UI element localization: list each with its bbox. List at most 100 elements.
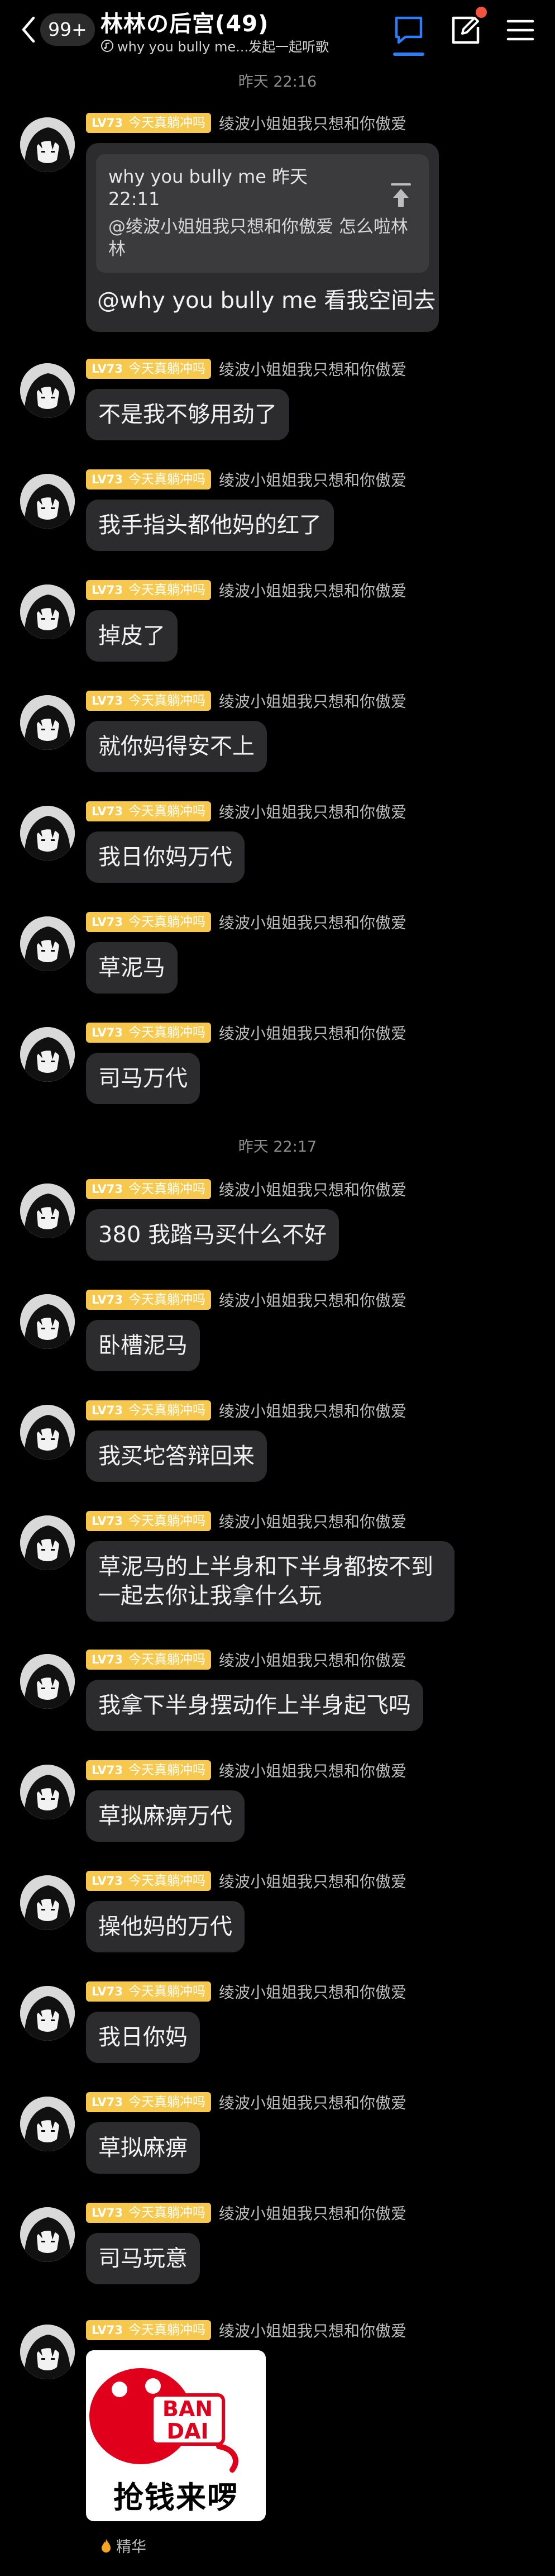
sender-nickname[interactable]: 绫波小姐姐我只想和你傲爱 [219, 112, 406, 134]
level-badge[interactable]: LV73 今天真躺冲吗 [86, 1023, 211, 1043]
avatar[interactable] [20, 1765, 75, 1819]
message-bubble[interactable]: 草泥马 [86, 942, 178, 994]
avatar[interactable] [20, 2207, 75, 2262]
sender-nickname[interactable]: 绫波小姐姐我只想和你傲爱 [219, 358, 406, 380]
message-bubble[interactable]: 我手指头都他妈的红了 [86, 500, 334, 551]
sender-nickname[interactable]: 绫波小姐姐我只想和你傲爱 [219, 2202, 406, 2224]
chat-tab-button[interactable] [391, 12, 427, 48]
level-badge[interactable]: LV73 今天真躺冲吗 [86, 1650, 211, 1670]
sender-nickname[interactable]: 绫波小姐姐我只想和你傲爱 [219, 579, 406, 601]
sender-nickname[interactable]: 绫波小姐姐我只想和你傲爱 [219, 1399, 406, 1422]
avatar[interactable] [20, 474, 75, 529]
sender-nickname[interactable]: 绫波小姐姐我只想和你傲爱 [219, 2319, 406, 2341]
avatar[interactable] [20, 695, 75, 750]
level-badge[interactable]: LV73 今天真躺冲吗 [86, 1290, 211, 1310]
avatar[interactable] [20, 1405, 75, 1460]
level-badge[interactable]: LV73 今天真躺冲吗 [86, 1981, 211, 2002]
message-bubble[interactable]: 380 我踏马买什么不好 [86, 1209, 339, 1261]
level-badge[interactable]: LV73 今天真躺冲吗 [86, 691, 211, 711]
menu-button[interactable] [503, 12, 538, 48]
message-bubble[interactable]: 掉皮了 [86, 610, 178, 662]
sender-nickname[interactable]: 绫波小姐姐我只想和你傲爱 [219, 1648, 406, 1671]
avatar[interactable] [20, 806, 75, 861]
level-badge[interactable]: LV73 今天真躺冲吗 [86, 1179, 211, 1199]
avatar[interactable] [20, 2097, 75, 2151]
avatar[interactable] [20, 1515, 75, 1570]
avatar[interactable] [20, 1184, 75, 1238]
sender-nickname[interactable]: 绫波小姐姐我只想和你傲爱 [219, 468, 406, 491]
sender-nickname[interactable]: 绫波小姐姐我只想和你傲爱 [219, 1289, 406, 1311]
level-badge[interactable]: LV73 今天真躺冲吗 [86, 580, 211, 600]
message-bubble[interactable]: 司马万代 [86, 1053, 200, 1104]
message-bubble[interactable]: 草泥马的上半身和下半身都按不到一起去你让我拿什么玩 [86, 1541, 454, 1622]
sender-nickname[interactable]: 绫波小姐姐我只想和你傲爱 [219, 1021, 406, 1044]
sender-nickname[interactable]: 绫波小姐姐我只想和你傲爱 [219, 911, 406, 933]
essence-tag[interactable]: 精华 [101, 2535, 146, 2556]
avatar[interactable] [20, 584, 75, 639]
level-badge[interactable]: LV73 今天真躺冲吗 [86, 113, 211, 133]
level-badge[interactable]: LV73 今天真躺冲吗 [86, 2203, 211, 2223]
avatar[interactable] [20, 1294, 75, 1349]
listen-together-status[interactable]: why you bully me...发起一起听歌 [101, 36, 329, 55]
message-bubble[interactable]: 卧槽泥马 [86, 1320, 200, 1371]
message-bubble[interactable]: 我买坨答辩回来 [86, 1430, 267, 1482]
sender-nickname[interactable]: 绫波小姐姐我只想和你傲爱 [219, 2091, 406, 2113]
sender-meta: LV73 今天真躺冲吗 绫波小姐姐我只想和你傲爱 [86, 800, 406, 823]
level-badge[interactable]: LV73 今天真躺冲吗 [86, 469, 211, 489]
sender-nickname[interactable]: 绫波小姐姐我只想和你傲爱 [219, 1510, 406, 1532]
avatar[interactable] [20, 117, 75, 172]
level-badge[interactable]: LV73 今天真躺冲吗 [86, 1760, 211, 1780]
anime-avatar-icon [20, 1765, 75, 1819]
message-bubble[interactable]: 司马玩意 [86, 2233, 200, 2284]
level-badge[interactable]: LV73 今天真躺冲吗 [86, 359, 211, 379]
quoted-message[interactable]: why you bully me 昨天 22:11 @绫波小姐姐我只想和你傲爱 … [96, 154, 429, 273]
active-tab-indicator [393, 53, 424, 56]
message-bubble[interactable]: 草拟麻痹万代 [86, 1790, 245, 1842]
anime-avatar-icon [20, 695, 75, 750]
group-title[interactable]: 林林の后宫(49) [101, 6, 269, 38]
message-bubble[interactable]: 我日你妈 [86, 2012, 200, 2063]
back-button[interactable] [20, 16, 37, 44]
message-bubble[interactable]: 我日你妈万代 [86, 831, 245, 883]
edit-button[interactable] [448, 12, 484, 48]
avatar[interactable] [20, 363, 75, 418]
message-bubble[interactable]: 草拟麻痹 [86, 2122, 200, 2174]
unread-count-badge[interactable]: 99+ [40, 13, 95, 46]
sender-nickname[interactable]: 绫波小姐姐我只想和你傲爱 [219, 800, 406, 823]
sticker-image[interactable]: BAN DAI 抢钱来啰 [86, 2350, 266, 2521]
message-bubble[interactable]: 就你妈得安不上 [86, 721, 267, 772]
sticker-caption: 抢钱来啰 [113, 2480, 238, 2515]
avatar[interactable] [20, 1986, 75, 2041]
avatar[interactable] [20, 1654, 75, 1709]
level-badge[interactable]: LV73 今天真躺冲吗 [86, 912, 211, 932]
level-badge[interactable]: LV73 今天真躺冲吗 [86, 2092, 211, 2112]
sender-nickname[interactable]: 绫波小姐姐我只想和你傲爱 [219, 1870, 406, 1892]
anime-avatar-icon [20, 1515, 75, 1570]
sender-meta: LV73 今天真躺冲吗 绫波小姐姐我只想和你傲爱 [86, 579, 406, 601]
sender-nickname[interactable]: 绫波小姐姐我只想和你傲爱 [219, 1759, 406, 1781]
sender-nickname[interactable]: 绫波小姐姐我只想和你傲爱 [219, 1980, 406, 2003]
sender-nickname[interactable]: 绫波小姐姐我只想和你傲爱 [219, 690, 406, 712]
level-badge[interactable]: LV73 今天真躺冲吗 [86, 1871, 211, 1891]
message-bubble[interactable]: 操他妈的万代 [86, 1901, 245, 1952]
level-badge[interactable]: LV73 今天真躺冲吗 [86, 801, 211, 821]
jump-to-top-icon[interactable] [390, 182, 412, 208]
level-badge[interactable]: LV73 今天真躺冲吗 [86, 1400, 211, 1420]
avatar[interactable] [20, 2325, 75, 2379]
level-badge[interactable]: LV73 今天真躺冲吗 [86, 1511, 211, 1531]
sender-meta: LV73 今天真躺冲吗 绫波小姐姐我只想和你傲爱 [86, 2202, 406, 2224]
sender-meta: LV73 今天真躺冲吗 绫波小姐姐我只想和你傲爱 [86, 1021, 406, 1044]
anime-avatar-icon [20, 916, 75, 971]
message-bubble[interactable]: 不是我不够用劲了 [86, 389, 289, 440]
avatar[interactable] [20, 916, 75, 971]
message-bubble[interactable]: 我拿下半身摆动作上半身起飞吗 [86, 1680, 423, 1731]
anime-avatar-icon [20, 2097, 75, 2151]
avatar[interactable] [20, 1875, 75, 1930]
sender-nickname[interactable]: 绫波小姐姐我只想和你傲爱 [219, 1178, 406, 1200]
level-badge[interactable]: LV73 今天真躺冲吗 [86, 2320, 211, 2340]
sender-meta: LV73 今天真躺冲吗 绫波小姐姐我只想和你傲爱 [86, 1399, 406, 1422]
sender-meta: LV73 今天真躺冲吗 绫波小姐姐我只想和你傲爱 [86, 358, 406, 380]
anime-avatar-icon [20, 806, 75, 861]
reply-bubble[interactable]: why you bully me 昨天 22:11 @绫波小姐姐我只想和你傲爱 … [86, 143, 439, 332]
avatar[interactable] [20, 1027, 75, 1082]
